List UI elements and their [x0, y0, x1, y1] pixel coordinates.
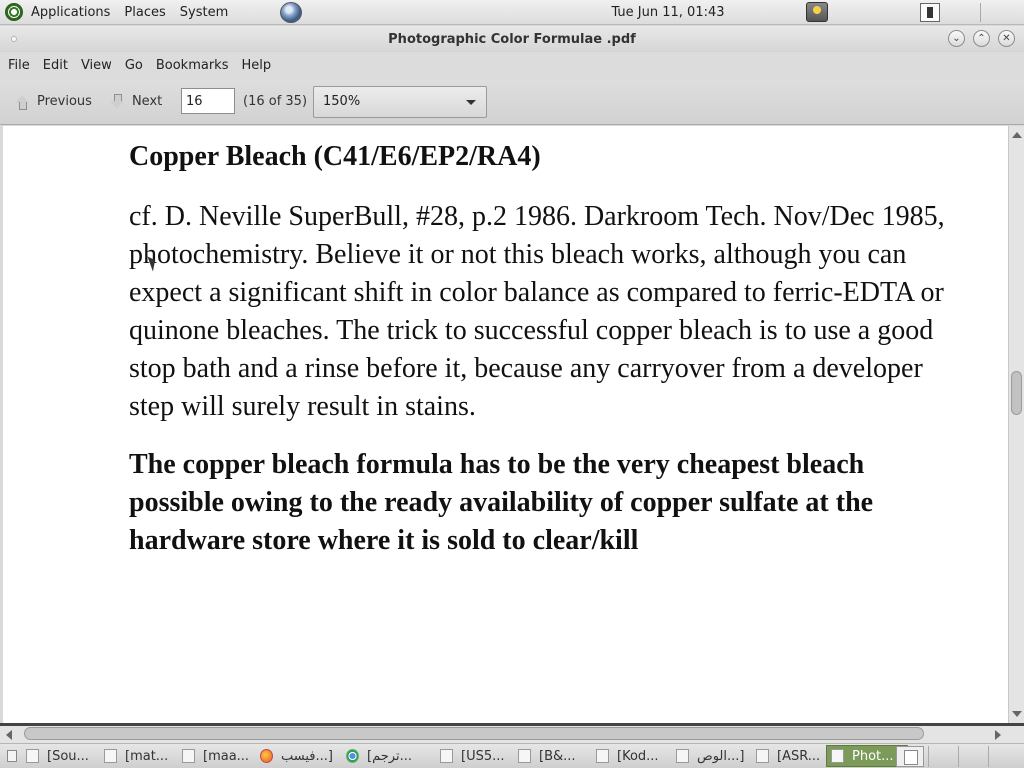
window-menu-icon[interactable] — [11, 36, 17, 42]
next-label: Next — [131, 94, 163, 109]
taskbar-item-label: [ASR... — [777, 748, 821, 764]
document-icon — [440, 749, 453, 763]
taskbar-item-label: [mat... — [125, 748, 169, 764]
top-panel: Applications Places System Tue Jun 11, 0… — [0, 0, 1024, 25]
document-icon — [104, 749, 117, 763]
vertical-scroll-thumb[interactable] — [1011, 371, 1022, 416]
zoom-select[interactable]: 150% — [313, 86, 487, 118]
toolbar: Previous Next (16 of 35) — [0, 79, 1024, 125]
menu-file[interactable]: File — [8, 58, 30, 73]
taskbar-item[interactable]: فيسب...] — [256, 745, 340, 767]
taskbar-item[interactable]: [ASR... — [752, 745, 824, 767]
page-content: Copper Bleach (C41/E6/EP2/RA4) cf. D. Ne… — [129, 140, 949, 560]
taskbar-item[interactable]: [mat... — [100, 745, 176, 767]
panel-window-list-icon[interactable] — [896, 746, 924, 767]
workspace-1[interactable] — [928, 746, 958, 767]
zoom-value: 150% — [323, 94, 361, 109]
window-title: Photographic Color Formulae .pdf — [388, 31, 636, 47]
panel-menu-places[interactable]: Places — [124, 5, 165, 20]
taskbar-item-label: [B&... — [539, 748, 576, 764]
document-icon — [518, 749, 531, 763]
body-paragraph: cf. D. Neville SuperBull, #28, p.2 1986.… — [129, 201, 945, 422]
page-count: (16 of 35) — [243, 94, 308, 109]
scroll-up-icon[interactable] — [1012, 132, 1022, 138]
gnome-foot-icon[interactable] — [5, 3, 23, 21]
next-page-button[interactable]: Next — [100, 82, 170, 122]
workspace-3[interactable] — [988, 746, 1018, 767]
taskbar-item-label: الوص...] — [697, 748, 745, 764]
page-number-input[interactable] — [181, 88, 235, 114]
taskbar-item-label: [maa... — [203, 748, 250, 764]
panel-separator — [980, 3, 981, 22]
firefox-icon — [260, 749, 273, 763]
document-icon — [26, 749, 39, 763]
arrow-down-icon — [108, 93, 126, 111]
section-heading: Copper Bleach (C41/E6/EP2/RA4) — [129, 141, 541, 172]
taskbar-item-label: [Sou... — [47, 748, 89, 764]
scroll-down-icon[interactable] — [1012, 711, 1022, 717]
taskbar-item[interactable]: [Sou... — [22, 745, 98, 767]
taskbar-item[interactable]: [maa... — [178, 745, 254, 767]
horizontal-scroll-thumb[interactable] — [24, 727, 924, 740]
taskbar-item-label: [Kod... — [617, 748, 659, 764]
minimize-icon[interactable]: ⌄ — [948, 30, 965, 47]
horizontal-scrollbar[interactable] — [0, 723, 1024, 743]
taskbar-item[interactable]: [B&... — [514, 745, 590, 767]
arrow-up-icon — [13, 93, 31, 111]
bold-paragraph: The copper bleach formula has to be the … — [129, 449, 874, 556]
scroll-right-icon[interactable] — [995, 730, 1001, 740]
document-icon — [676, 749, 689, 763]
panel-clock[interactable]: Tue Jun 11, 01:43 — [611, 5, 724, 20]
web-browser-launcher-icon[interactable] — [280, 2, 302, 23]
close-icon[interactable]: ✕ — [998, 30, 1015, 47]
taskbar-item-label: Phot... — [852, 748, 894, 764]
menu-view[interactable]: View — [81, 58, 112, 73]
task-list: [Sou... [mat... [maa... فيسب...] [ترجم... [US… — [22, 745, 910, 767]
menubar: File Edit View Go Bookmarks Help — [0, 52, 1024, 79]
panel-window-icon[interactable] — [920, 3, 940, 22]
menu-help[interactable]: Help — [241, 58, 271, 73]
taskbar-item[interactable]: [Kod... — [592, 745, 670, 767]
window-titlebar[interactable]: Photographic Color Formulae .pdf ⌄ ⌃ ✕ — [0, 26, 1024, 52]
document-view[interactable]: Copper Bleach (C41/E6/EP2/RA4) cf. D. Ne… — [3, 126, 1008, 723]
scroll-left-icon[interactable] — [6, 730, 12, 740]
bottom-taskbar: [Sou... [mat... [maa... فيسب...] [ترجم... [US… — [0, 743, 1024, 768]
update-notifier-icon[interactable] — [806, 2, 828, 22]
show-desktop-icon[interactable] — [7, 750, 17, 762]
maximize-icon[interactable]: ⌃ — [973, 30, 990, 47]
panel-menu-applications[interactable]: Applications — [31, 5, 110, 20]
taskbar-item[interactable]: [ترجم... — [342, 745, 434, 767]
document-icon — [756, 749, 769, 763]
taskbar-item-label: [ترجم... — [367, 748, 412, 764]
menu-bookmarks[interactable]: Bookmarks — [156, 58, 229, 73]
workspace-2[interactable] — [958, 746, 988, 767]
taskbar-item[interactable]: [US5... — [436, 745, 512, 767]
document-icon — [182, 749, 195, 763]
menu-go[interactable]: Go — [125, 58, 143, 73]
dropdown-arrow-icon — [466, 100, 476, 105]
previous-label: Previous — [37, 94, 92, 109]
document-icon — [831, 749, 844, 763]
previous-page-button[interactable]: Previous — [5, 82, 100, 122]
menu-edit[interactable]: Edit — [43, 58, 68, 73]
chrome-icon — [346, 749, 359, 763]
document-icon — [596, 749, 609, 763]
taskbar-item-label: فيسب...] — [281, 748, 333, 764]
panel-menu-system[interactable]: System — [180, 5, 228, 20]
taskbar-item[interactable]: الوص...] — [672, 745, 750, 767]
vertical-scrollbar[interactable] — [1008, 126, 1024, 723]
taskbar-item-label: [US5... — [461, 748, 505, 764]
